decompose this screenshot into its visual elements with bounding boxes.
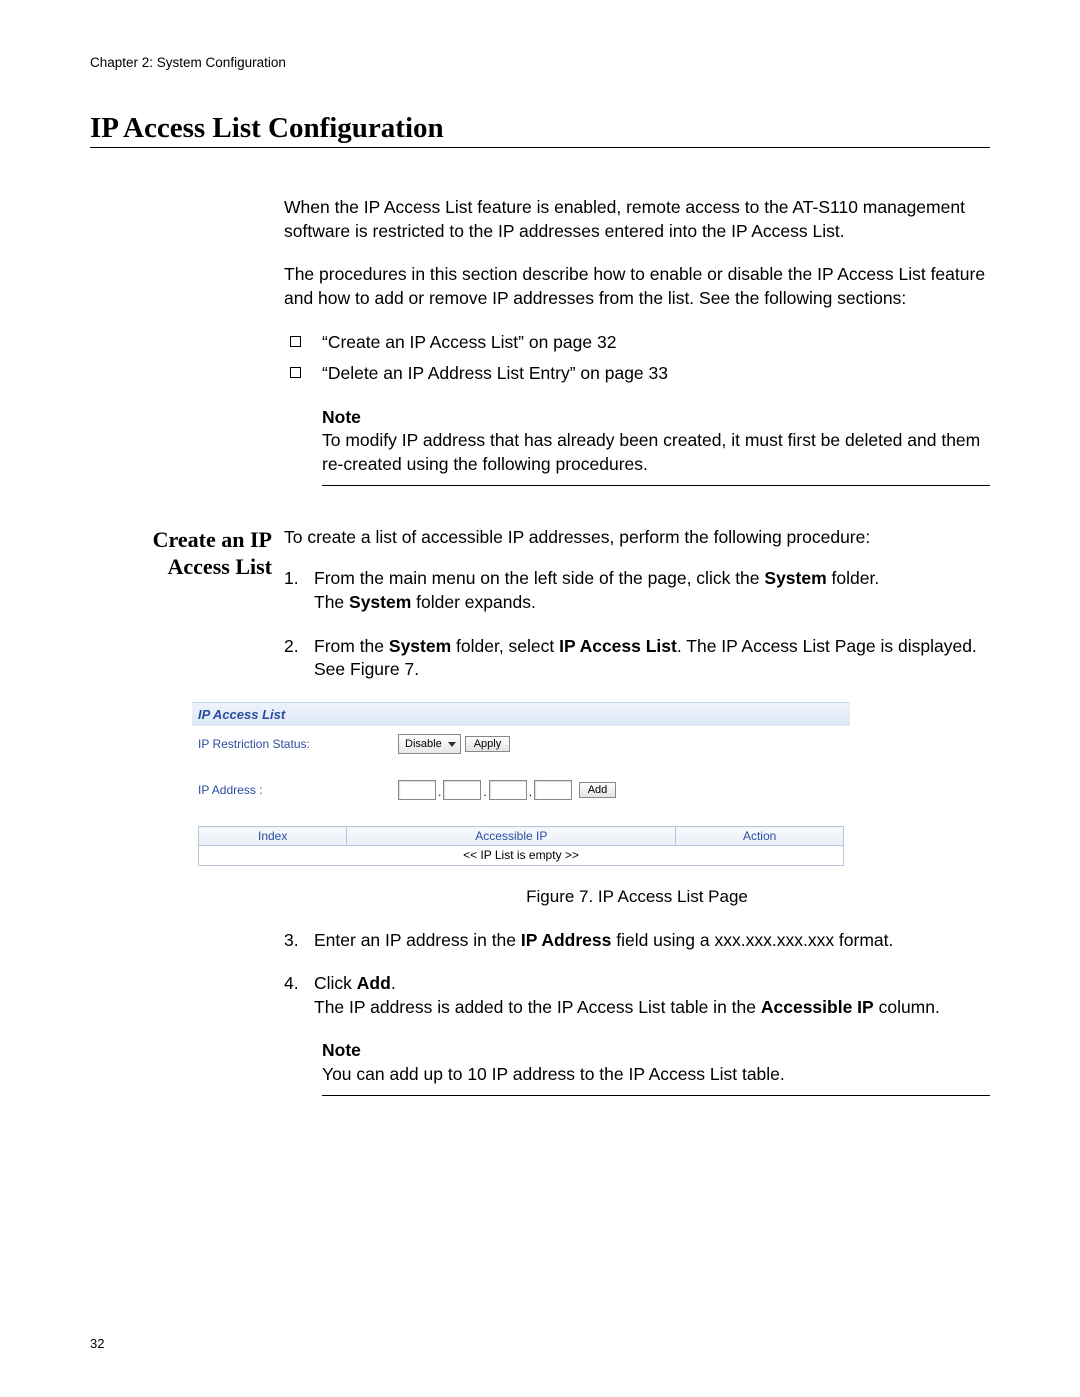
subsection-heading: Create an IP Access List: [90, 526, 272, 581]
ip-address-row: IP Address : . . . Add: [198, 780, 844, 800]
subsection-intro: To create a list of accessible IP addres…: [284, 526, 990, 550]
intro-paragraph-2: The procedures in this section describe …: [284, 263, 990, 310]
note-label: Note: [322, 406, 990, 430]
figure-caption: Figure 7. IP Access List Page: [284, 886, 990, 909]
intro-section: When the IP Access List feature is enabl…: [90, 196, 990, 498]
col-index: Index: [199, 827, 347, 846]
ip-access-table: Index Accessible IP Action << IP List is…: [198, 826, 844, 865]
intro-paragraph-1: When the IP Access List feature is enabl…: [284, 196, 990, 243]
ip-restriction-label: IP Restriction Status:: [198, 736, 398, 752]
ip-octet-1[interactable]: [398, 780, 436, 800]
document-page: Chapter 2: System Configuration IP Acces…: [0, 0, 1080, 1397]
list-item: “Create an IP Access List” on page 32: [284, 331, 990, 355]
step-number: 1.: [284, 567, 299, 591]
empty-row: << IP List is empty >>: [199, 846, 844, 865]
note-block: Note You can add up to 10 IP address to …: [322, 1039, 990, 1095]
note-text: You can add up to 10 IP address to the I…: [322, 1063, 990, 1087]
ip-address-label: IP Address :: [198, 782, 398, 798]
note-label: Note: [322, 1039, 990, 1063]
panel-body: IP Restriction Status: Disable Apply IP …: [192, 726, 850, 871]
ip-octet-4[interactable]: [534, 780, 572, 800]
chevron-down-icon: [448, 742, 456, 747]
cross-reference-list: “Create an IP Access List” on page 32 “D…: [284, 331, 990, 386]
ip-octet-2[interactable]: [443, 780, 481, 800]
step-3: 3. Enter an IP address in the IP Address…: [284, 929, 990, 953]
figure-7: IP Access List IP Restriction Status: Di…: [192, 702, 850, 872]
step-4: 4. Click Add. The IP address is added to…: [284, 972, 990, 1019]
ip-octet-3[interactable]: [489, 780, 527, 800]
create-section: Create an IP Access List To create a lis…: [90, 526, 990, 1108]
note-block: Note To modify IP address that has alrea…: [322, 406, 990, 486]
col-accessible-ip: Accessible IP: [347, 827, 676, 846]
ip-restriction-row: IP Restriction Status: Disable Apply: [198, 734, 844, 754]
panel-title: IP Access List: [192, 702, 850, 727]
apply-button[interactable]: Apply: [465, 736, 511, 752]
step-number: 4.: [284, 972, 299, 996]
note-text: To modify IP address that has already be…: [322, 429, 990, 476]
procedure-list-continued: 3. Enter an IP address in the IP Address…: [284, 929, 990, 1020]
add-button[interactable]: Add: [579, 782, 617, 798]
ip-restriction-select[interactable]: Disable: [398, 734, 461, 754]
step-1: 1. From the main menu on the left side o…: [284, 567, 990, 614]
step-number: 3.: [284, 929, 299, 953]
step-number: 2.: [284, 635, 299, 659]
list-item: “Delete an IP Address List Entry” on pag…: [284, 362, 990, 386]
chapter-header: Chapter 2: System Configuration: [90, 55, 990, 70]
col-action: Action: [676, 827, 844, 846]
page-title: IP Access List Configuration: [90, 112, 990, 148]
page-number: 32: [90, 1336, 104, 1351]
procedure-list: 1. From the main menu on the left side o…: [284, 567, 990, 682]
step-2: 2. From the System folder, select IP Acc…: [284, 635, 990, 682]
